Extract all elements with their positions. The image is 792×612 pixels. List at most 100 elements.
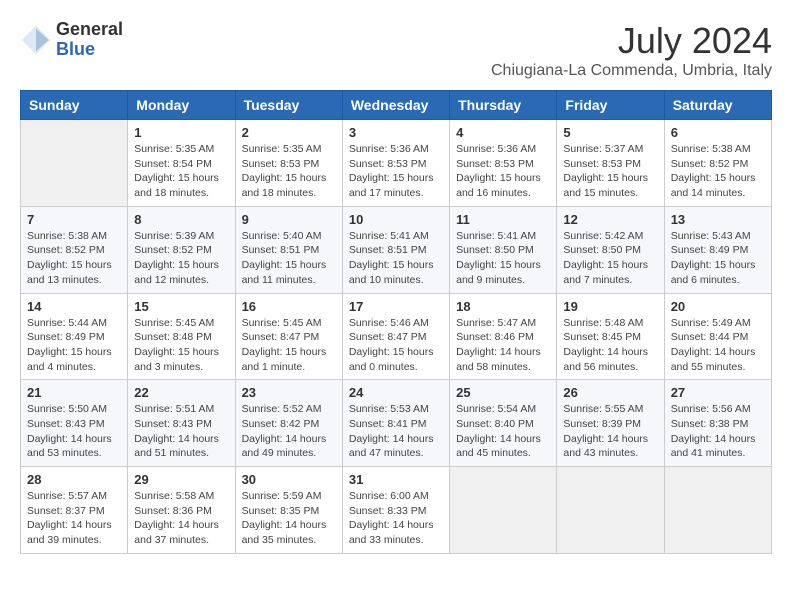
calendar-cell: 5 Sunrise: 5:37 AM Sunset: 8:53 PM Daylig… (557, 120, 664, 207)
header-wednesday: Wednesday (342, 91, 449, 120)
calendar-cell: 26Sunrise: 5:55 AM Sunset: 8:39 PM Dayli… (557, 380, 664, 467)
calendar-cell: 29 Sunrise: 5:58 AM Sunset: 8:36 PM Dayli… (128, 467, 235, 554)
logo-blue: Blue (56, 40, 123, 60)
calendar-cell: 31 Sunrise: 6:00 AM Sunset: 8:33 PM Dayli… (342, 467, 449, 554)
week-row-1: 1 Sunrise: 5:35 AM Sunset: 8:54 PM Daylig… (21, 120, 772, 207)
week-row-2: 7Sunrise: 5:38 AM Sunset: 8:52 PM Daylig… (21, 206, 772, 293)
day-number: 28 (27, 472, 121, 487)
calendar-cell: 19 Sunrise: 5:48 AM Sunset: 8:45 PM Dayli… (557, 293, 664, 380)
day-number: 5 (563, 125, 657, 140)
day-number: 24 (349, 385, 443, 400)
day-number: 8 (134, 212, 228, 227)
day-number: 2 (242, 125, 336, 140)
calendar-cell: 24Sunrise: 5:53 AM Sunset: 8:41 PM Dayli… (342, 380, 449, 467)
page-header: General Blue July 2024 Chiugiana-La Comm… (20, 20, 772, 80)
calendar-cell: 30Sunrise: 5:59 AM Sunset: 8:35 PM Dayli… (235, 467, 342, 554)
day-details: Sunrise: 5:35 AM Sunset: 8:53 PM Dayligh… (242, 142, 336, 201)
day-number: 26 (563, 385, 657, 400)
day-details: Sunrise: 5:35 AM Sunset: 8:54 PM Dayligh… (134, 142, 228, 201)
day-number: 29 (134, 472, 228, 487)
day-details: Sunrise: 5:54 AM Sunset: 8:40 PM Dayligh… (456, 402, 550, 461)
calendar-cell (21, 120, 128, 207)
calendar-cell: 1 Sunrise: 5:35 AM Sunset: 8:54 PM Daylig… (128, 120, 235, 207)
calendar-cell: 22 Sunrise: 5:51 AM Sunset: 8:43 PM Dayli… (128, 380, 235, 467)
day-details: Sunrise: 5:48 AM Sunset: 8:45 PM Dayligh… (563, 316, 657, 375)
day-number: 4 (456, 125, 550, 140)
day-details: Sunrise: 5:36 AM Sunset: 8:53 PM Dayligh… (456, 142, 550, 201)
day-number: 21 (27, 385, 121, 400)
day-details: Sunrise: 5:43 AM Sunset: 8:49 PM Dayligh… (671, 229, 765, 288)
day-number: 12 (563, 212, 657, 227)
calendar-cell: 27 Sunrise: 5:56 AM Sunset: 8:38 PM Dayli… (664, 380, 771, 467)
day-details: Sunrise: 5:52 AM Sunset: 8:42 PM Dayligh… (242, 402, 336, 461)
day-number: 30 (242, 472, 336, 487)
day-number: 23 (242, 385, 336, 400)
header-monday: Monday (128, 91, 235, 120)
day-details: Sunrise: 5:47 AM Sunset: 8:46 PM Dayligh… (456, 316, 550, 375)
logo-general: General (56, 20, 123, 40)
day-number: 16 (242, 299, 336, 314)
calendar-cell: 15 Sunrise: 5:45 AM Sunset: 8:48 PM Dayli… (128, 293, 235, 380)
day-details: Sunrise: 5:44 AM Sunset: 8:49 PM Dayligh… (27, 316, 121, 375)
calendar-cell: 3 Sunrise: 5:36 AM Sunset: 8:53 PM Daylig… (342, 120, 449, 207)
calendar-cell: 23 Sunrise: 5:52 AM Sunset: 8:42 PM Dayli… (235, 380, 342, 467)
day-number: 3 (349, 125, 443, 140)
day-number: 20 (671, 299, 765, 314)
day-number: 10 (349, 212, 443, 227)
calendar-cell: 28 Sunrise: 5:57 AM Sunset: 8:37 PM Dayli… (21, 467, 128, 554)
day-details: Sunrise: 5:36 AM Sunset: 8:53 PM Dayligh… (349, 142, 443, 201)
calendar-cell: 20 Sunrise: 5:49 AM Sunset: 8:44 PM Dayli… (664, 293, 771, 380)
day-details: Sunrise: 5:41 AM Sunset: 8:51 PM Dayligh… (349, 229, 443, 288)
calendar-body: 1 Sunrise: 5:35 AM Sunset: 8:54 PM Daylig… (21, 120, 772, 554)
calendar-cell: 12 Sunrise: 5:42 AM Sunset: 8:50 PM Dayli… (557, 206, 664, 293)
header-saturday: Saturday (664, 91, 771, 120)
day-number: 11 (456, 212, 550, 227)
day-details: Sunrise: 5:58 AM Sunset: 8:36 PM Dayligh… (134, 489, 228, 548)
day-details: Sunrise: 5:39 AM Sunset: 8:52 PM Dayligh… (134, 229, 228, 288)
day-number: 15 (134, 299, 228, 314)
day-details: Sunrise: 5:45 AM Sunset: 8:48 PM Dayligh… (134, 316, 228, 375)
day-details: Sunrise: 5:56 AM Sunset: 8:38 PM Dayligh… (671, 402, 765, 461)
calendar-cell: 17 Sunrise: 5:46 AM Sunset: 8:47 PM Dayli… (342, 293, 449, 380)
day-details: Sunrise: 5:51 AM Sunset: 8:43 PM Dayligh… (134, 402, 228, 461)
day-details: Sunrise: 5:41 AM Sunset: 8:50 PM Dayligh… (456, 229, 550, 288)
day-details: Sunrise: 5:42 AM Sunset: 8:50 PM Dayligh… (563, 229, 657, 288)
day-details: Sunrise: 5:46 AM Sunset: 8:47 PM Dayligh… (349, 316, 443, 375)
day-details: Sunrise: 5:50 AM Sunset: 8:43 PM Dayligh… (27, 402, 121, 461)
calendar-cell (664, 467, 771, 554)
logo-text: General Blue (56, 20, 123, 60)
calendar-cell (450, 467, 557, 554)
day-number: 22 (134, 385, 228, 400)
calendar-cell: 13Sunrise: 5:43 AM Sunset: 8:49 PM Dayli… (664, 206, 771, 293)
calendar-cell: 7Sunrise: 5:38 AM Sunset: 8:52 PM Daylig… (21, 206, 128, 293)
calendar-cell: 11 Sunrise: 5:41 AM Sunset: 8:50 PM Dayli… (450, 206, 557, 293)
day-number: 31 (349, 472, 443, 487)
day-details: Sunrise: 5:38 AM Sunset: 8:52 PM Dayligh… (671, 142, 765, 201)
day-number: 1 (134, 125, 228, 140)
day-details: Sunrise: 5:38 AM Sunset: 8:52 PM Dayligh… (27, 229, 121, 288)
day-number: 6 (671, 125, 765, 140)
calendar-cell: 25 Sunrise: 5:54 AM Sunset: 8:40 PM Dayli… (450, 380, 557, 467)
day-number: 17 (349, 299, 443, 314)
week-row-3: 14Sunrise: 5:44 AM Sunset: 8:49 PM Dayli… (21, 293, 772, 380)
day-number: 27 (671, 385, 765, 400)
calendar-cell: 8 Sunrise: 5:39 AM Sunset: 8:52 PM Daylig… (128, 206, 235, 293)
logo: General Blue (20, 20, 123, 60)
day-details: Sunrise: 5:49 AM Sunset: 8:44 PM Dayligh… (671, 316, 765, 375)
logo-icon (20, 24, 52, 56)
calendar-cell: 2 Sunrise: 5:35 AM Sunset: 8:53 PM Daylig… (235, 120, 342, 207)
calendar-cell: 14Sunrise: 5:44 AM Sunset: 8:49 PM Dayli… (21, 293, 128, 380)
calendar-cell: 10 Sunrise: 5:41 AM Sunset: 8:51 PM Dayli… (342, 206, 449, 293)
day-details: Sunrise: 5:37 AM Sunset: 8:53 PM Dayligh… (563, 142, 657, 201)
day-number: 18 (456, 299, 550, 314)
week-row-5: 28 Sunrise: 5:57 AM Sunset: 8:37 PM Dayli… (21, 467, 772, 554)
day-number: 19 (563, 299, 657, 314)
day-number: 25 (456, 385, 550, 400)
day-details: Sunrise: 5:57 AM Sunset: 8:37 PM Dayligh… (27, 489, 121, 548)
day-details: Sunrise: 6:00 AM Sunset: 8:33 PM Dayligh… (349, 489, 443, 548)
calendar-header: Sunday Monday Tuesday Wednesday Thursday… (21, 91, 772, 120)
calendar-cell: 18 Sunrise: 5:47 AM Sunset: 8:46 PM Dayli… (450, 293, 557, 380)
header-friday: Friday (557, 91, 664, 120)
calendar-cell: 6 Sunrise: 5:38 AM Sunset: 8:52 PM Daylig… (664, 120, 771, 207)
day-details: Sunrise: 5:40 AM Sunset: 8:51 PM Dayligh… (242, 229, 336, 288)
